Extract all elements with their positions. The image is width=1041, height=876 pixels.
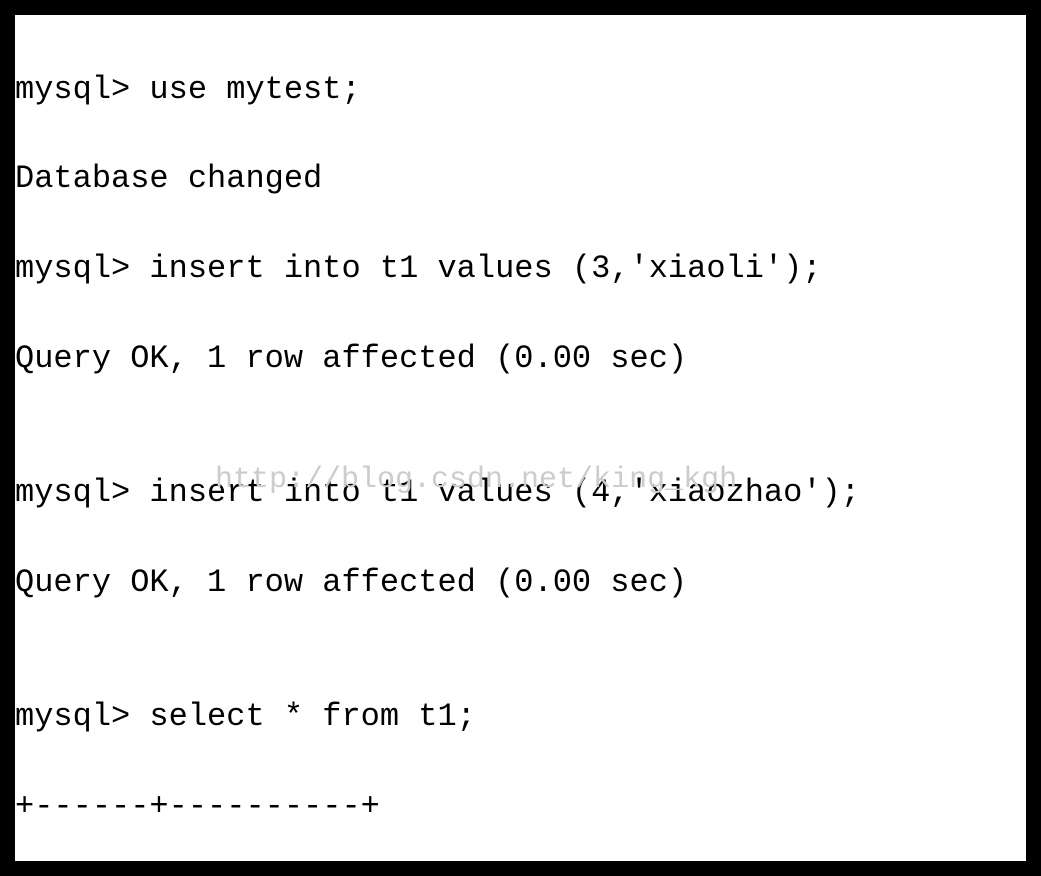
command-line-2: mysql> insert into t1 values (3,'xiaoli'… — [15, 247, 1026, 292]
mysql-terminal[interactable]: mysql> use mytest; Database changed mysq… — [15, 15, 1026, 861]
prompt: mysql> — [15, 250, 149, 287]
prompt: mysql> — [15, 698, 149, 735]
response-line-1: Database changed — [15, 157, 1026, 202]
command-text: use mytest; — [149, 71, 360, 108]
command-line-1: mysql> use mytest; — [15, 68, 1026, 113]
command-line-3: mysql> insert into t1 values (4,'xiaozha… — [15, 471, 1026, 516]
command-line-4: mysql> select * from t1; — [15, 695, 1026, 740]
command-text: select * from t1; — [149, 698, 475, 735]
prompt: mysql> — [15, 474, 149, 511]
prompt: mysql> — [15, 71, 149, 108]
table-border-top: +------+----------+ — [15, 785, 1026, 830]
command-text: insert into t1 values (4,'xiaozhao'); — [149, 474, 860, 511]
response-line-2: Query OK, 1 row affected (0.00 sec) — [15, 337, 1026, 382]
response-line-3: Query OK, 1 row affected (0.00 sec) — [15, 561, 1026, 606]
command-text: insert into t1 values (3,'xiaoli'); — [149, 250, 821, 287]
